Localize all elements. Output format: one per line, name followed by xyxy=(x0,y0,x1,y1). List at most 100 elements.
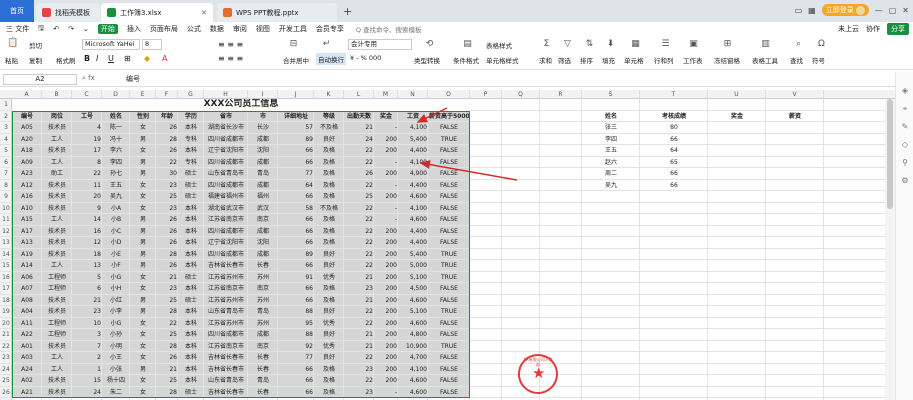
cell[interactable]: 吉林省长春市 xyxy=(204,260,248,272)
cell[interactable]: 等级 xyxy=(314,111,344,123)
cell[interactable]: 姓名 xyxy=(582,111,640,123)
cell[interactable]: 薪资 xyxy=(766,111,824,123)
cell[interactable]: 优秀 xyxy=(314,341,344,353)
cell[interactable]: 工人 xyxy=(42,260,72,272)
cell-style-button[interactable]: 单元格样式 xyxy=(486,55,519,65)
cell[interactable]: 23 xyxy=(344,387,374,399)
row-header[interactable]: 17 xyxy=(0,283,12,295)
column-header-a[interactable]: A xyxy=(12,90,42,99)
cell[interactable]: 女 xyxy=(130,387,156,399)
cell[interactable]: 22 xyxy=(344,157,374,169)
cell[interactable]: 成都 xyxy=(248,226,278,238)
cell[interactable]: 山东省青岛市 xyxy=(204,375,248,387)
menu-home[interactable]: 开始 xyxy=(97,24,118,34)
cell[interactable]: 本科 xyxy=(178,329,204,341)
cell[interactable]: 小B xyxy=(102,214,130,226)
cell[interactable]: 22 xyxy=(344,260,374,272)
cell[interactable]: - xyxy=(374,387,398,399)
cell[interactable]: A12 xyxy=(12,180,42,192)
cell[interactable]: 57 xyxy=(278,122,314,134)
row-header[interactable]: 23 xyxy=(0,352,12,364)
cell[interactable]: A14 xyxy=(12,260,42,272)
cell[interactable]: TRUE xyxy=(428,306,470,318)
cell[interactable]: 良好 xyxy=(314,306,344,318)
cell[interactable]: 技术员 xyxy=(42,203,72,215)
cell[interactable]: 本科 xyxy=(178,145,204,157)
table-style-button[interactable]: 表格样式 xyxy=(486,40,512,50)
select-icon[interactable]: ⌖ xyxy=(900,104,910,114)
cell[interactable]: 技术员 xyxy=(42,191,72,203)
cell[interactable]: 及格 xyxy=(314,387,344,399)
bold-icon[interactable]: B xyxy=(84,54,90,63)
cell[interactable]: 技术员 xyxy=(42,122,72,134)
cell[interactable]: 姓名 xyxy=(102,111,130,123)
cell[interactable]: 本科 xyxy=(178,318,204,330)
cell[interactable]: 23 xyxy=(72,306,102,318)
cell[interactable]: 77 xyxy=(278,168,314,180)
cell[interactable]: 5,100 xyxy=(398,306,428,318)
row-header[interactable]: 8 xyxy=(0,180,12,191)
cell[interactable]: 成都 xyxy=(248,329,278,341)
cell[interactable]: A24 xyxy=(12,364,42,376)
menu-view[interactable]: 视图 xyxy=(256,24,270,34)
cell[interactable]: 学历 xyxy=(178,111,204,123)
cell[interactable]: 女 xyxy=(130,203,156,215)
cell[interactable]: 男 xyxy=(130,249,156,261)
cell[interactable]: 女 xyxy=(130,318,156,330)
cell[interactable]: 22 xyxy=(344,180,374,192)
cell[interactable]: 小孙 xyxy=(102,329,130,341)
cell[interactable]: 工人 xyxy=(42,214,72,226)
cell[interactable]: 长沙 xyxy=(248,122,278,134)
menu-formula[interactable]: 公式 xyxy=(187,24,201,34)
cell[interactable]: 200 xyxy=(374,318,398,330)
cell[interactable]: 及格 xyxy=(314,145,344,157)
cell[interactable]: 工号 xyxy=(72,111,102,123)
cell[interactable]: FALSE xyxy=(428,168,470,180)
cell[interactable]: 66 xyxy=(278,375,314,387)
column-header-m[interactable]: M xyxy=(374,90,398,99)
row-header[interactable]: 7 xyxy=(0,168,12,180)
cell[interactable]: 长春 xyxy=(248,352,278,364)
cell[interactable]: 200 xyxy=(374,191,398,203)
cell[interactable]: 66 xyxy=(278,214,314,226)
cell[interactable]: 26 xyxy=(156,214,178,226)
cell[interactable]: A21 xyxy=(12,387,42,399)
cell[interactable]: 88 xyxy=(278,329,314,341)
cell[interactable]: 4,100 xyxy=(398,157,428,169)
column-header-t[interactable]: T xyxy=(640,90,708,99)
cell[interactable]: 技术员 xyxy=(42,387,72,399)
cell[interactable]: 66 xyxy=(278,191,314,203)
settings-icon[interactable]: ⚙ xyxy=(900,176,910,186)
cell[interactable]: 编号 xyxy=(12,111,42,123)
cut-button[interactable]: 剪切 xyxy=(29,40,42,50)
align-top-icon[interactable]: ≡ ≡ ≡ xyxy=(218,40,243,49)
more-icon[interactable]: ⌄ xyxy=(83,25,89,33)
fill-button[interactable]: 填充 xyxy=(602,55,615,65)
cell[interactable]: 男 xyxy=(130,226,156,238)
cell[interactable]: 硕士 xyxy=(178,295,204,307)
cell[interactable]: 技术员 xyxy=(42,145,72,157)
row-header[interactable]: 9 xyxy=(0,191,12,203)
cell[interactable]: 23 xyxy=(344,283,374,295)
cell[interactable]: A13 xyxy=(12,237,42,249)
cell[interactable]: 长春 xyxy=(248,364,278,376)
cell[interactable]: FALSE xyxy=(428,214,470,226)
cell[interactable]: 5 xyxy=(72,272,102,284)
cell[interactable]: 优秀 xyxy=(314,318,344,330)
row-header[interactable]: 26 xyxy=(0,387,12,398)
cell[interactable]: 4,800 xyxy=(398,329,428,341)
cell[interactable]: 及格 xyxy=(314,283,344,295)
cell[interactable]: 吴九 xyxy=(102,191,130,203)
cell[interactable]: 女 xyxy=(130,352,156,364)
cell[interactable]: 良好 xyxy=(314,249,344,261)
cell[interactable]: 技术员 xyxy=(42,180,72,192)
cell[interactable]: 26 xyxy=(156,226,178,238)
add-tab-icon[interactable]: + xyxy=(343,5,352,18)
cell[interactable]: 本科 xyxy=(178,352,204,364)
cell[interactable]: 66 xyxy=(278,295,314,307)
cell[interactable]: - xyxy=(374,214,398,226)
cell[interactable]: 92 xyxy=(278,341,314,353)
cell[interactable]: 91 xyxy=(278,272,314,284)
cell[interactable]: A03 xyxy=(12,352,42,364)
cell[interactable]: 4,600 xyxy=(398,318,428,330)
